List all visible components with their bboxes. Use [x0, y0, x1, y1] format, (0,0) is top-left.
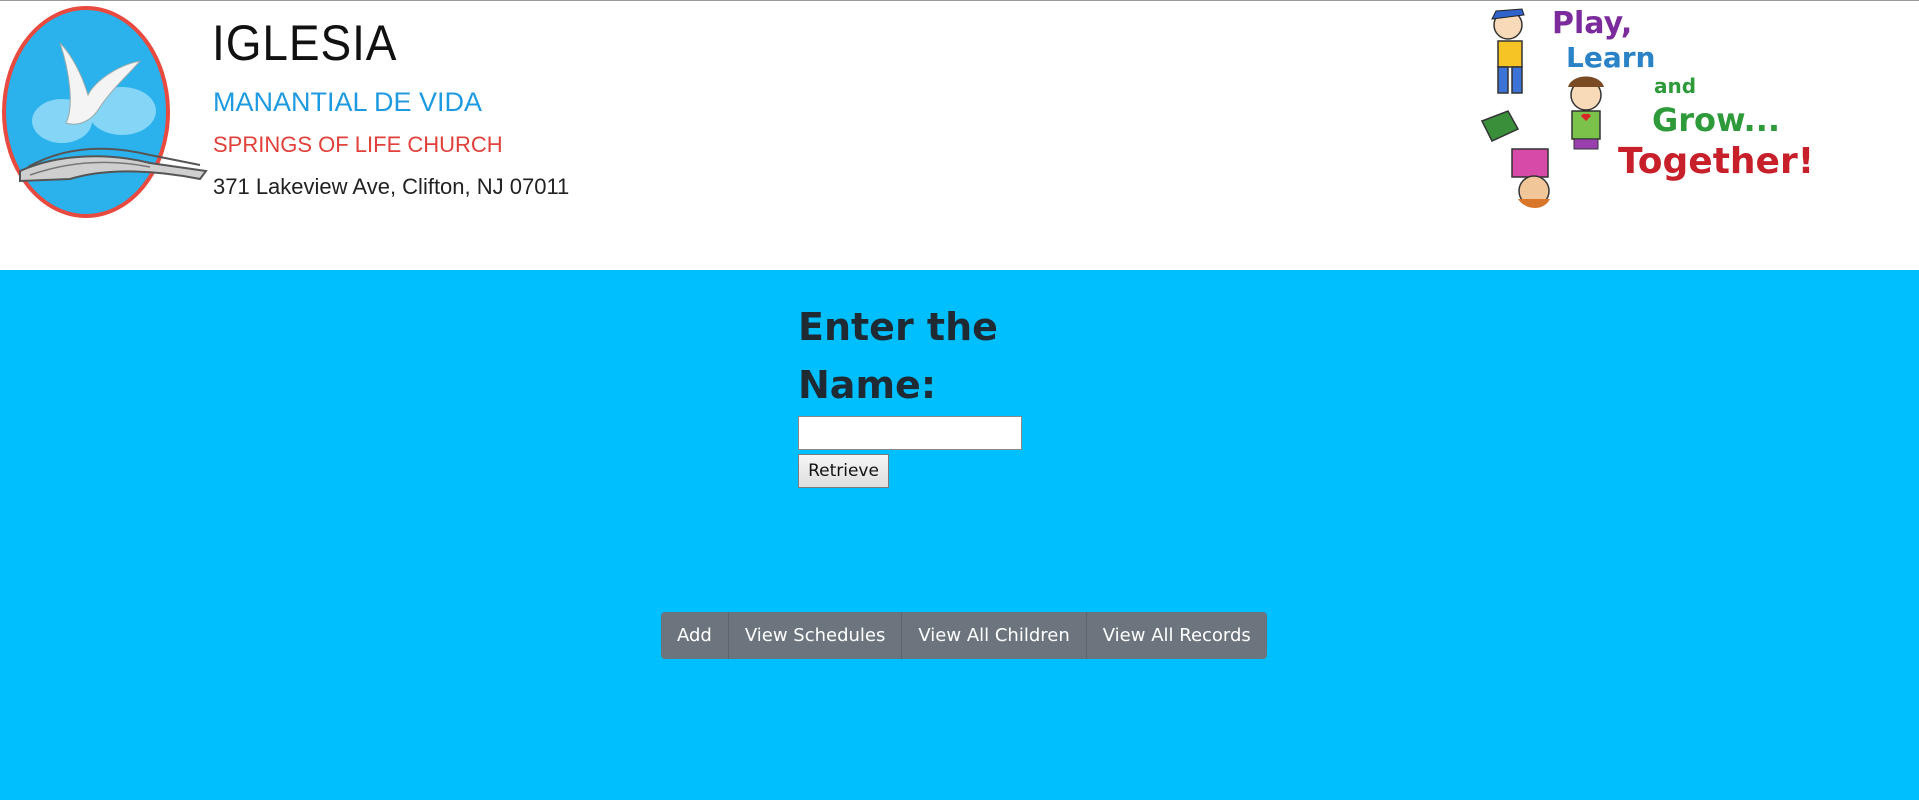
view-schedules-button[interactable]: View Schedules — [728, 612, 903, 659]
banner-text-learn: Learn — [1566, 41, 1655, 74]
play-learn-grow-banner: Play, Learn and Grow... Together! — [1480, 6, 1814, 208]
view-all-records-button[interactable]: View All Records — [1086, 612, 1267, 659]
add-button[interactable]: Add — [661, 612, 729, 659]
church-subtitle-spanish: MANANTIAL DE VIDA — [213, 87, 483, 117]
banner-text-play: Play, — [1552, 6, 1632, 41]
name-prompt-heading: Enter the Name: — [798, 305, 998, 407]
banner-text-and: and — [1654, 74, 1696, 98]
view-all-children-button[interactable]: View All Children — [902, 612, 1087, 659]
church-title: IGLESIA — [212, 15, 398, 71]
banner-text-grow: Grow... — [1652, 101, 1780, 139]
church-subtitle-english: SPRINGS OF LIFE CHURCH — [213, 132, 503, 157]
retrieve-button[interactable]: Retrieve — [798, 454, 889, 488]
main-content: Enter the Name: Retrieve Add View Schedu… — [0, 270, 1919, 800]
name-input[interactable] — [798, 416, 1022, 450]
action-button-group: Add View Schedules View All Children Vie… — [661, 612, 1267, 659]
church-address: 371 Lakeview Ave, Clifton, NJ 07011 — [213, 174, 570, 199]
page-header: IGLESIA MANANTIAL DE VIDA SPRINGS OF LIF… — [0, 1, 1919, 269]
banner-text-together: Together! — [1618, 141, 1814, 182]
church-logo — [2, 6, 208, 218]
